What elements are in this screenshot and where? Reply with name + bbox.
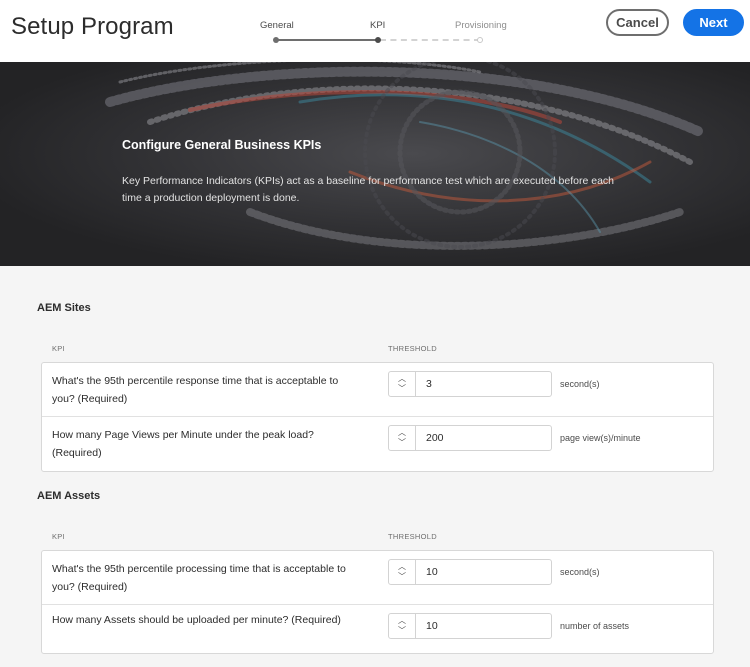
threshold-unit: second(s) (560, 567, 600, 577)
column-header-kpi: KPI (52, 344, 65, 353)
stepper-buttons: ︿ ﹀ (389, 614, 416, 638)
threshold-stepper[interactable]: ︿ ﹀ (388, 559, 552, 585)
chevron-down-icon[interactable]: ﹀ (398, 573, 406, 581)
table-row: What's the 95th percentile processing ti… (42, 551, 713, 605)
kpi-question: What's the 95th percentile response time… (52, 375, 339, 405)
threshold-stepper[interactable]: ︿ ﹀ (388, 425, 552, 451)
kpi-table-aem-assets: What's the 95th percentile processing ti… (41, 550, 714, 654)
kpi-question: How many Assets should be uploaded per m… (52, 614, 341, 626)
chevron-down-icon[interactable]: ﹀ (398, 627, 406, 635)
step-provisioning-dot (477, 37, 483, 43)
wizard-stepper: General KPI Provisioning (250, 18, 520, 50)
threshold-stepper[interactable]: ︿ ﹀ (388, 613, 552, 639)
chevron-up-icon[interactable]: ︿ (398, 617, 406, 625)
step-kpi-label[interactable]: KPI (370, 20, 385, 31)
column-header-threshold: THRESHOLD (388, 344, 437, 353)
banner-description: Key Performance Indicators (KPIs) act as… (122, 175, 614, 204)
step-connector-done (276, 39, 378, 41)
chevron-down-icon[interactable]: ﹀ (398, 439, 406, 447)
chevron-up-icon[interactable]: ︿ (398, 563, 406, 571)
step-kpi-dot[interactable] (375, 37, 381, 43)
chevron-up-icon[interactable]: ︿ (398, 429, 406, 437)
cancel-button[interactable]: Cancel (606, 9, 669, 36)
step-general-label[interactable]: General (260, 20, 294, 31)
threshold-unit: second(s) (560, 379, 600, 389)
step-provisioning-label: Provisioning (455, 20, 507, 31)
column-header-threshold: THRESHOLD (388, 532, 437, 541)
table-row: What's the 95th percentile response time… (42, 363, 713, 417)
table-row: How many Assets should be uploaded per m… (42, 605, 713, 653)
chevron-down-icon[interactable]: ﹀ (398, 385, 406, 393)
stepper-buttons: ︿ ﹀ (389, 560, 416, 584)
stepper-buttons: ︿ ﹀ (389, 372, 416, 396)
kpi-question: What's the 95th percentile processing ti… (52, 563, 346, 593)
threshold-unit: page view(s)/minute (560, 433, 641, 443)
threshold-input[interactable] (426, 566, 546, 578)
chevron-up-icon[interactable]: ︿ (398, 375, 406, 383)
threshold-input[interactable] (426, 378, 546, 390)
step-general-dot[interactable] (273, 37, 279, 43)
stepper-buttons: ︿ ﹀ (389, 426, 416, 450)
table-row: How many Page Views per Minute under the… (42, 417, 713, 471)
banner-artwork (0, 62, 750, 266)
app-header: Setup Program General KPI Provisioning C… (0, 0, 750, 62)
threshold-stepper[interactable]: ︿ ﹀ (388, 371, 552, 397)
column-header-kpi: KPI (52, 532, 65, 541)
hero-banner: Configure General Business KPIs Key Perf… (0, 62, 750, 266)
threshold-unit: number of assets (560, 621, 630, 631)
threshold-input[interactable] (426, 620, 546, 632)
kpi-table-aem-sites: What's the 95th percentile response time… (41, 362, 714, 472)
step-connector-todo (380, 39, 480, 41)
section-title-aem-sites: AEM Sites (37, 302, 91, 314)
next-button[interactable]: Next (683, 9, 744, 36)
section-title-aem-assets: AEM Assets (37, 490, 101, 502)
page-title: Setup Program (11, 13, 174, 40)
banner-heading: Configure General Business KPIs (122, 138, 322, 152)
threshold-input[interactable] (426, 432, 546, 444)
kpi-question: How many Page Views per Minute under the… (52, 429, 314, 459)
